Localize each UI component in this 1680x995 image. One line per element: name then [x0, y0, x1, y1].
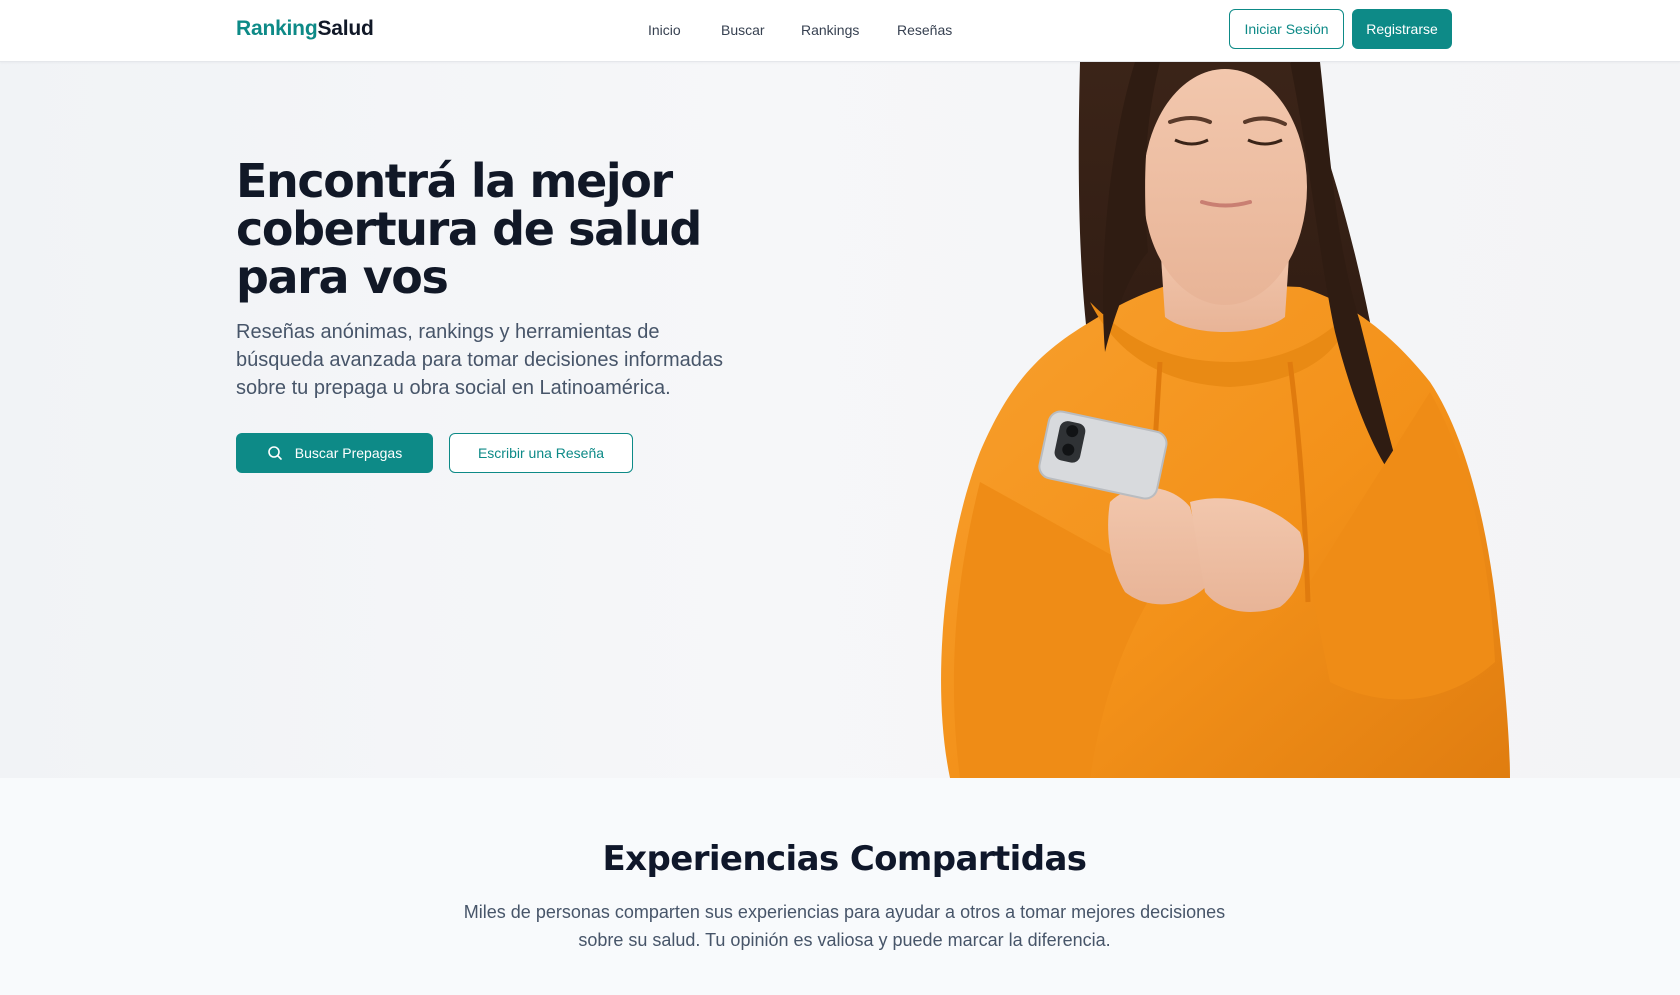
nav-link-rankings[interactable]: Rankings: [801, 22, 859, 38]
site-header: RankingSalud Inicio Buscar Rankings Rese…: [0, 0, 1680, 62]
search-icon: [267, 445, 283, 461]
nav-link-inicio[interactable]: Inicio: [648, 22, 681, 38]
hero-section: Encontrá la mejor cobertura de salud par…: [0, 62, 1680, 778]
register-button[interactable]: Registrarse: [1352, 9, 1452, 49]
search-prepagas-label: Buscar Prepagas: [294, 445, 403, 461]
hero-image: [830, 62, 1570, 778]
nav-link-buscar[interactable]: Buscar: [721, 22, 765, 38]
nav-link-resenas[interactable]: Reseñas: [897, 22, 952, 38]
login-button[interactable]: Iniciar Sesión: [1229, 9, 1344, 49]
write-review-button[interactable]: Escribir una Reseña: [449, 433, 633, 473]
hero-title: Encontrá la mejor cobertura de salud par…: [236, 154, 702, 304]
section-subtitle: Miles de personas comparten sus experien…: [463, 902, 1226, 950]
hero-illustration: [941, 62, 1510, 778]
section-title: Experiencias Compartidas: [602, 839, 1087, 879]
hero-subtitle: Reseñas anónimas, rankings y herramienta…: [236, 321, 723, 399]
search-prepagas-button[interactable]: Buscar Prepagas: [236, 433, 433, 473]
